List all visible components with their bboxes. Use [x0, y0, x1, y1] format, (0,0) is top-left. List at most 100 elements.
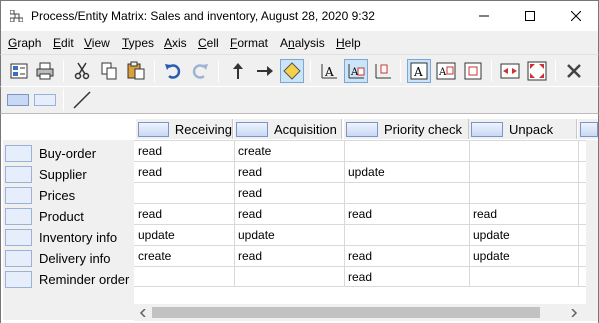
fit-all-button[interactable] — [525, 59, 549, 83]
matrix-cell[interactable]: read — [348, 249, 372, 263]
toolbar-separator — [63, 89, 64, 111]
matrix-grid[interactable]: read create read read update read read read read… — [134, 140, 586, 287]
toolbar-separator — [400, 60, 401, 82]
properties-icon — [10, 63, 28, 79]
row-chip-icon — [5, 144, 32, 162]
row-chip-icon — [5, 207, 32, 225]
text-align-bottom-button[interactable]: A — [317, 59, 341, 83]
undo-button[interactable] — [161, 59, 185, 83]
title-bar: Process/Entity Matrix: Sales and invento… — [0, 0, 599, 31]
scroll-right-button[interactable] — [566, 305, 582, 320]
properties-button[interactable] — [7, 59, 31, 83]
maximize-button[interactable] — [507, 1, 553, 31]
delete-button[interactable] — [562, 59, 586, 83]
matrix-cell[interactable]: read — [238, 249, 262, 263]
cell-text-chip-button[interactable]: A — [434, 59, 458, 83]
matrix-cell[interactable]: create — [138, 249, 171, 263]
minimize-button[interactable] — [461, 1, 507, 31]
toolbar-separator — [154, 60, 155, 82]
menu-axis[interactable]: Axis — [164, 36, 187, 50]
arrow-right-button[interactable] — [253, 59, 277, 83]
cell-text-button[interactable]: A — [407, 59, 431, 83]
grid-line — [134, 203, 586, 204]
column-header-partial[interactable] — [578, 119, 598, 139]
matrix-cell[interactable]: update — [138, 228, 175, 242]
row-header[interactable]: Prices — [3, 185, 134, 205]
scroll-thumb[interactable] — [152, 307, 540, 318]
menu-bar: Graph Edit View Types Axis Cell Format A… — [0, 31, 599, 54]
column-header[interactable]: Receiving — [136, 119, 233, 139]
line-button[interactable] — [70, 88, 94, 112]
copy-button[interactable] — [97, 59, 121, 83]
undo-icon — [165, 64, 181, 79]
matrix-cell[interactable]: read — [138, 165, 162, 179]
grid-line — [134, 182, 586, 183]
column-header[interactable]: Acquisition — [234, 119, 342, 139]
matrix-cell[interactable]: read — [473, 207, 497, 221]
scroll-left-button[interactable] — [135, 305, 151, 320]
row-header[interactable]: Inventory info — [3, 227, 134, 247]
text-align-top-icon — [375, 64, 391, 79]
menu-view[interactable]: View — [84, 36, 110, 50]
fit-all-icon — [527, 61, 547, 81]
cell-text-chip-icon: A — [436, 62, 456, 80]
menu-graph[interactable]: Graph — [8, 36, 41, 50]
matrix-cell[interactable]: read — [138, 144, 162, 158]
menu-cell[interactable]: Cell — [198, 36, 219, 50]
columns-fit-button[interactable] — [498, 59, 522, 83]
matrix-cell[interactable]: read — [138, 207, 162, 221]
grid-line — [469, 140, 470, 287]
matrix-cell[interactable]: read — [238, 207, 262, 221]
row-chip-icon — [5, 165, 32, 183]
chevron-right-icon — [571, 308, 578, 317]
column-header[interactable]: Unpack — [469, 119, 577, 139]
redo-button[interactable] — [188, 59, 212, 83]
cell-chip-icon — [464, 62, 482, 80]
menu-types[interactable]: Types — [122, 36, 154, 50]
print-button[interactable] — [33, 59, 57, 83]
arrow-up-icon — [233, 63, 243, 79]
horizontal-scrollbar[interactable] — [134, 304, 586, 321]
delete-icon — [567, 64, 581, 78]
header-chip-button[interactable] — [6, 88, 30, 112]
svg-text:A: A — [324, 65, 334, 79]
header-chip-icon — [7, 94, 29, 106]
paste-button[interactable] — [124, 59, 148, 83]
row-header[interactable]: Delivery info — [3, 248, 134, 268]
matrix-cell[interactable]: update — [348, 165, 385, 179]
menu-format[interactable]: Format — [230, 36, 268, 50]
row-chip-icon — [5, 186, 32, 204]
vertical-scroll-strip — [586, 140, 598, 321]
text-align-top-button[interactable] — [371, 59, 395, 83]
menu-help[interactable]: Help — [336, 36, 361, 50]
grid-line — [134, 245, 586, 246]
cut-button[interactable] — [70, 59, 94, 83]
column-header[interactable]: Priority check — [344, 119, 469, 139]
column-chip-icon — [580, 121, 598, 137]
matrix-cell[interactable]: update — [473, 249, 510, 263]
arrow-up-button[interactable] — [226, 59, 250, 83]
matrix-cell[interactable]: read — [238, 186, 262, 200]
row-header[interactable]: Product — [3, 206, 134, 226]
row-header[interactable]: Reminder order — [3, 269, 134, 289]
menu-analysis[interactable]: Analysis — [280, 36, 325, 50]
row-chip-button[interactable] — [33, 88, 57, 112]
grid-line — [234, 140, 235, 287]
matrix-cell[interactable]: update — [473, 228, 510, 242]
matrix-cell[interactable]: read — [348, 270, 372, 284]
grid-line — [344, 140, 345, 287]
cell-chip-button[interactable] — [461, 59, 485, 83]
close-button[interactable] — [553, 1, 599, 31]
menu-edit[interactable]: Edit — [53, 36, 74, 50]
matrix-cell[interactable]: read — [238, 165, 262, 179]
text-align-center-button[interactable]: A — [344, 59, 368, 83]
column-chip-icon — [471, 121, 503, 137]
diamond-button[interactable] — [280, 59, 304, 83]
matrix-cell[interactable]: update — [238, 228, 275, 242]
column-chip-icon — [138, 121, 169, 137]
row-header[interactable]: Buy-order — [3, 143, 134, 163]
matrix-cell[interactable]: read — [348, 207, 372, 221]
row-header[interactable]: Supplier — [3, 164, 134, 184]
print-icon — [36, 62, 54, 80]
matrix-cell[interactable]: create — [238, 144, 271, 158]
